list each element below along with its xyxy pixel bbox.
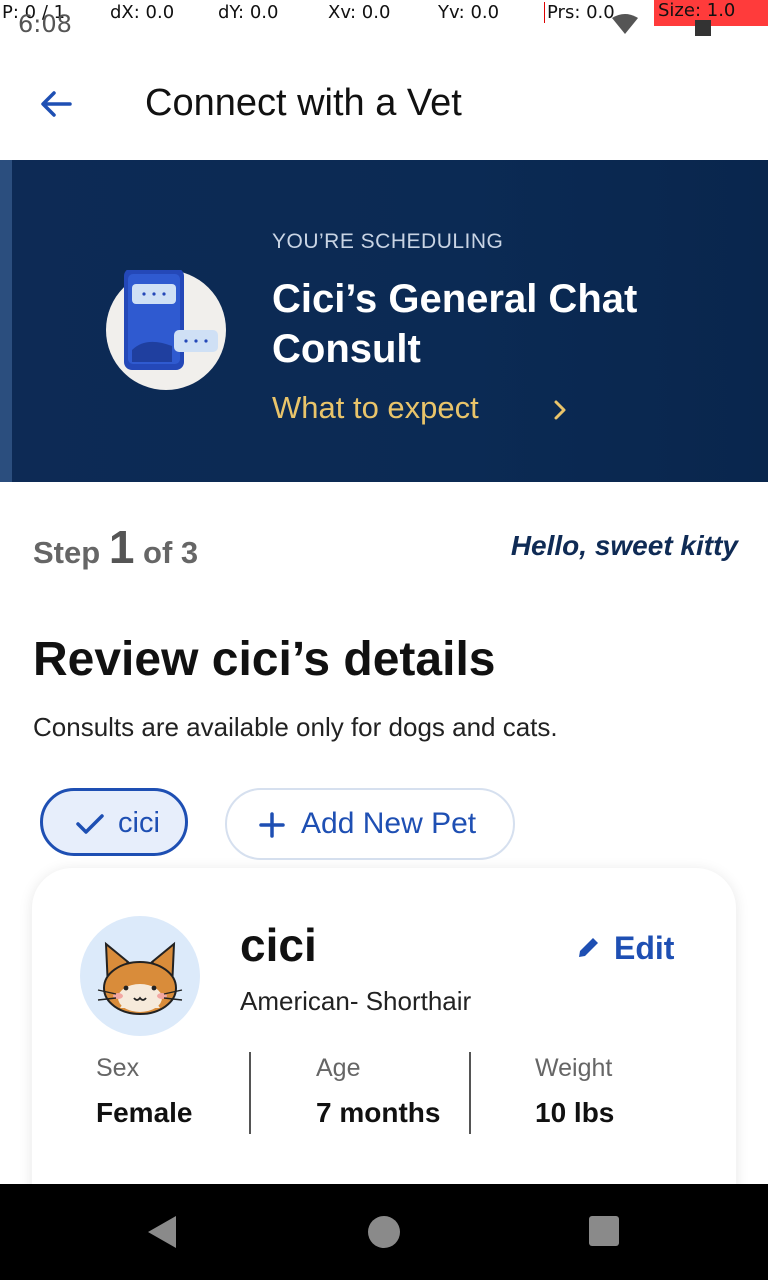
- consult-banner: YOU’RE SCHEDULING Cici’s General Chat Co…: [0, 160, 768, 482]
- status-clock: 6:08: [18, 10, 72, 38]
- nav-back-icon[interactable]: [146, 1214, 178, 1250]
- banner-accent-stripe: [0, 160, 12, 482]
- step-indicator: Step 1 of 3: [33, 520, 198, 574]
- debug-xv: Xv: 0.0: [328, 2, 391, 23]
- stat-label: Sex: [96, 1054, 140, 1082]
- stat-divider: [469, 1052, 471, 1134]
- debug-yv: Yv: 0.0: [438, 2, 500, 23]
- stat-label: Age: [316, 1054, 361, 1082]
- greeting-text: Hello, sweet kitty: [510, 530, 738, 561]
- stat-value: 10 lbs: [535, 1097, 615, 1128]
- check-icon: [76, 814, 104, 834]
- chevron-right-icon[interactable]: [548, 398, 572, 422]
- battery-icon: [695, 20, 711, 36]
- stat-value: 7 months: [316, 1097, 441, 1128]
- consult-title: Cici’s General Chat Consult: [272, 277, 638, 371]
- stat-weight: Weight 10 lbs: [535, 1054, 614, 1129]
- add-new-pet-label: Add New Pet: [301, 807, 477, 840]
- pet-details-card: cici American- Shorthair Edit Sex Female…: [32, 868, 736, 1228]
- step-suffix: of 3: [143, 535, 199, 570]
- wifi-icon: [612, 14, 638, 34]
- debug-dx: dX: 0.0: [110, 2, 175, 23]
- stat-label: Weight: [535, 1054, 613, 1082]
- section-subtitle: Consults are available only for dogs and…: [33, 712, 558, 742]
- top-app-bar: Connect with a Vet: [0, 56, 768, 160]
- step-current: 1: [108, 521, 135, 573]
- stat-value: Female: [96, 1097, 193, 1128]
- stat-divider: [249, 1052, 251, 1134]
- stat-sex: Sex Female: [96, 1054, 193, 1129]
- system-navigation-bar: [0, 1184, 768, 1280]
- scheduling-kicker: YOU’RE SCHEDULING: [272, 230, 504, 253]
- pointer-debug-overlay: P: 0 / 1 6:08 dX: 0.0 dY: 0.0 Xv: 0.0 Yv…: [0, 0, 768, 38]
- back-arrow-icon[interactable]: [36, 84, 76, 124]
- debug-dy: dY: 0.0: [218, 2, 279, 23]
- debug-pressure: Prs: 0.0: [544, 2, 615, 23]
- what-to-expect-link[interactable]: What to expect: [272, 390, 479, 426]
- plus-icon: [259, 812, 285, 838]
- debug-size: Size: 1.0: [654, 0, 768, 26]
- add-new-pet-button[interactable]: Add New Pet: [225, 788, 515, 860]
- edit-label: Edit: [614, 930, 675, 966]
- nav-recents-icon[interactable]: [589, 1216, 619, 1246]
- page-title: Connect with a Vet: [145, 82, 462, 124]
- stat-age: Age 7 months: [316, 1054, 440, 1129]
- pet-name: cici: [240, 919, 317, 971]
- section-title: Review cici’s details: [33, 633, 496, 686]
- pet-chip-label: cici: [118, 807, 160, 839]
- edit-pet-button[interactable]: Edit: [576, 930, 676, 970]
- nav-home-icon[interactable]: [368, 1216, 400, 1248]
- cat-avatar-icon: [80, 916, 200, 1036]
- pencil-icon: [579, 938, 598, 957]
- phone-chat-illustration: [106, 268, 226, 390]
- step-prefix: Step: [33, 535, 101, 570]
- pet-chip-cici[interactable]: cici: [40, 788, 188, 856]
- pet-breed: American- Shorthair: [240, 986, 472, 1016]
